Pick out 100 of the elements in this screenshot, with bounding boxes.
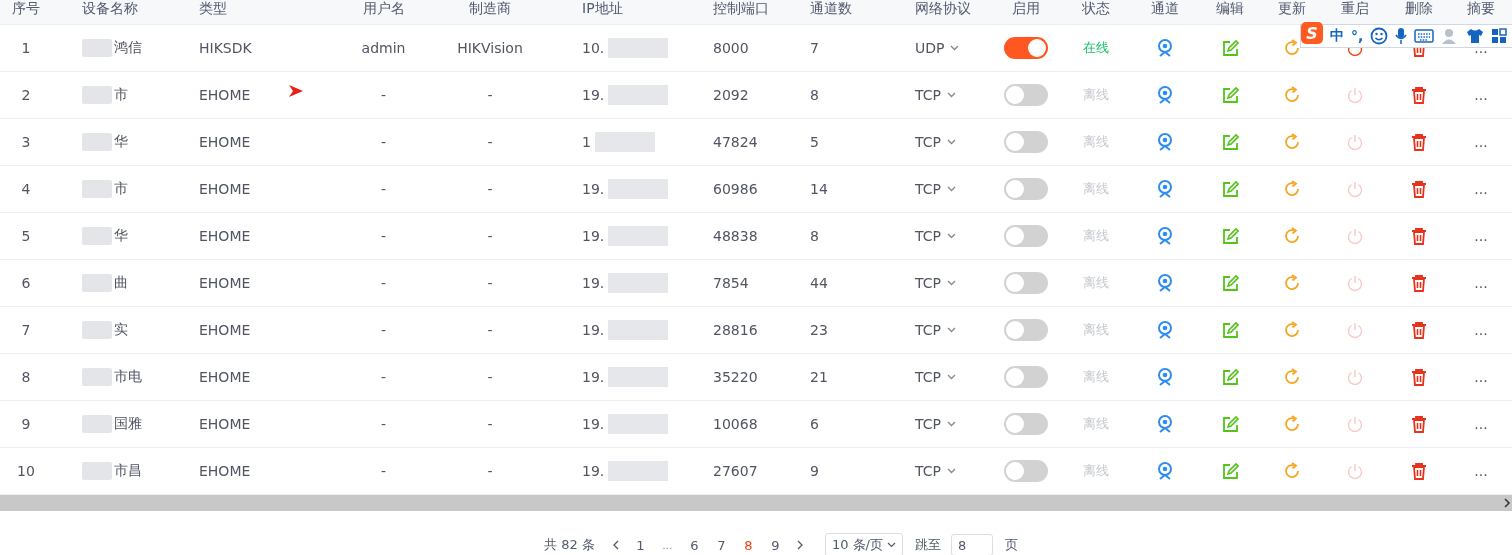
redaction-block: [82, 415, 112, 433]
delete-icon[interactable]: [1409, 133, 1428, 151]
caret-icon: [946, 233, 956, 239]
edit-icon[interactable]: [1221, 368, 1239, 386]
delete-icon[interactable]: [1409, 415, 1428, 433]
edit-icon[interactable]: [1221, 462, 1239, 480]
table-cell: ...: [1474, 228, 1488, 244]
table-cell: 国雅: [114, 415, 142, 433]
table-cell: 9: [810, 463, 819, 479]
table-cell: 1: [21, 40, 31, 56]
protocol-select[interactable]: TCP: [915, 228, 956, 244]
edit-icon[interactable]: [1221, 86, 1239, 104]
refresh-icon[interactable]: [1282, 39, 1301, 57]
refresh-icon[interactable]: [1282, 415, 1301, 433]
protocol-select[interactable]: TCP: [915, 322, 956, 338]
table-cell: -: [380, 416, 387, 432]
camera-icon[interactable]: [1156, 321, 1174, 339]
refresh-icon[interactable]: [1282, 86, 1301, 104]
table-cell: HIKVision: [457, 40, 523, 56]
ime-mode[interactable]: 中: [1330, 27, 1344, 45]
protocol-select[interactable]: TCP: [915, 275, 956, 291]
keyboard-icon[interactable]: [1414, 29, 1435, 43]
edit-icon[interactable]: [1221, 321, 1239, 339]
status-text: 离线: [1083, 274, 1109, 292]
refresh-icon[interactable]: [1282, 321, 1301, 339]
toggle-switch[interactable]: [1004, 272, 1048, 294]
delete-icon[interactable]: [1409, 274, 1428, 292]
camera-icon[interactable]: [1156, 180, 1174, 198]
protocol-select[interactable]: UDP: [915, 40, 960, 56]
refresh-icon[interactable]: [1282, 462, 1301, 480]
page-link[interactable]: 7: [707, 537, 735, 553]
edit-icon[interactable]: [1221, 133, 1239, 151]
refresh-icon[interactable]: [1282, 133, 1301, 151]
edit-icon[interactable]: [1221, 227, 1239, 245]
delete-icon[interactable]: [1409, 227, 1428, 245]
table-cell: 6: [810, 416, 819, 432]
table-cell: 实: [114, 321, 128, 339]
protocol-select[interactable]: TCP: [915, 181, 956, 197]
camera-icon[interactable]: [1156, 274, 1174, 292]
table-cell: ...: [1474, 181, 1488, 197]
delete-icon[interactable]: [1409, 321, 1428, 339]
camera-icon[interactable]: [1156, 86, 1174, 104]
edit-icon[interactable]: [1221, 39, 1239, 57]
table-cell: 21: [810, 369, 828, 385]
page-link[interactable]: 1: [626, 537, 654, 553]
toggle-switch[interactable]: [1004, 460, 1048, 482]
toggle-switch[interactable]: [1004, 37, 1048, 59]
delete-icon[interactable]: [1409, 180, 1428, 198]
camera-icon[interactable]: [1156, 368, 1174, 386]
camera-icon[interactable]: [1156, 227, 1174, 245]
toggle-switch[interactable]: [1004, 178, 1048, 200]
edit-icon[interactable]: [1221, 415, 1239, 433]
page-size-select[interactable]: 10 条/页: [824, 533, 903, 555]
table-cell: 27607: [713, 463, 758, 479]
ime-punctuation[interactable]: °,: [1351, 28, 1364, 44]
toggle-switch[interactable]: [1004, 225, 1048, 247]
delete-icon[interactable]: [1409, 368, 1428, 386]
status-text: 离线: [1083, 368, 1109, 386]
refresh-icon[interactable]: [1282, 180, 1301, 198]
toggle-switch[interactable]: [1004, 413, 1048, 435]
grid-icon[interactable]: [1491, 28, 1508, 44]
table-cell: -: [487, 87, 493, 103]
caret-icon: [946, 374, 956, 380]
table-cell: -: [487, 416, 493, 432]
camera-icon[interactable]: [1156, 462, 1174, 480]
refresh-icon[interactable]: [1282, 274, 1301, 292]
page-link[interactable]: 9: [761, 537, 789, 553]
refresh-icon[interactable]: [1282, 368, 1301, 386]
toggle-switch[interactable]: [1004, 131, 1048, 153]
protocol-select[interactable]: TCP: [915, 416, 956, 432]
page-link[interactable]: 6: [680, 537, 708, 553]
toggle-switch[interactable]: [1004, 366, 1048, 388]
toggle-switch[interactable]: [1004, 84, 1048, 106]
edit-icon[interactable]: [1221, 274, 1239, 292]
delete-icon[interactable]: [1409, 86, 1428, 104]
edit-icon[interactable]: [1221, 180, 1239, 198]
total-count: 共 82 条: [544, 536, 595, 554]
camera-icon[interactable]: [1156, 133, 1174, 151]
microphone-icon[interactable]: [1395, 27, 1408, 45]
chevron-right-icon[interactable]: [1502, 498, 1512, 508]
page-ellipsis[interactable]: ...: [653, 538, 681, 552]
horizontal-scrollbar[interactable]: [0, 495, 1512, 511]
toggle-switch[interactable]: [1004, 319, 1048, 341]
refresh-icon[interactable]: [1282, 227, 1301, 245]
camera-icon[interactable]: [1156, 39, 1174, 57]
column-header: 重启: [1341, 0, 1369, 18]
table-cell: EHOME: [199, 181, 251, 197]
page-input[interactable]: 8: [950, 534, 993, 555]
protocol-select[interactable]: TCP: [915, 134, 956, 150]
status-text: 离线: [1083, 415, 1109, 433]
protocol-select[interactable]: TCP: [915, 87, 956, 103]
table-cell: 10: [17, 463, 35, 479]
delete-icon[interactable]: [1409, 462, 1428, 480]
smiley-icon[interactable]: [1370, 27, 1389, 45]
protocol-select[interactable]: TCP: [915, 369, 956, 385]
protocol-select[interactable]: TCP: [915, 463, 956, 479]
table-cell: 19.: [582, 463, 605, 479]
shirt-icon[interactable]: [1466, 28, 1485, 44]
camera-icon[interactable]: [1156, 415, 1174, 433]
page-link[interactable]: 8: [734, 537, 762, 553]
